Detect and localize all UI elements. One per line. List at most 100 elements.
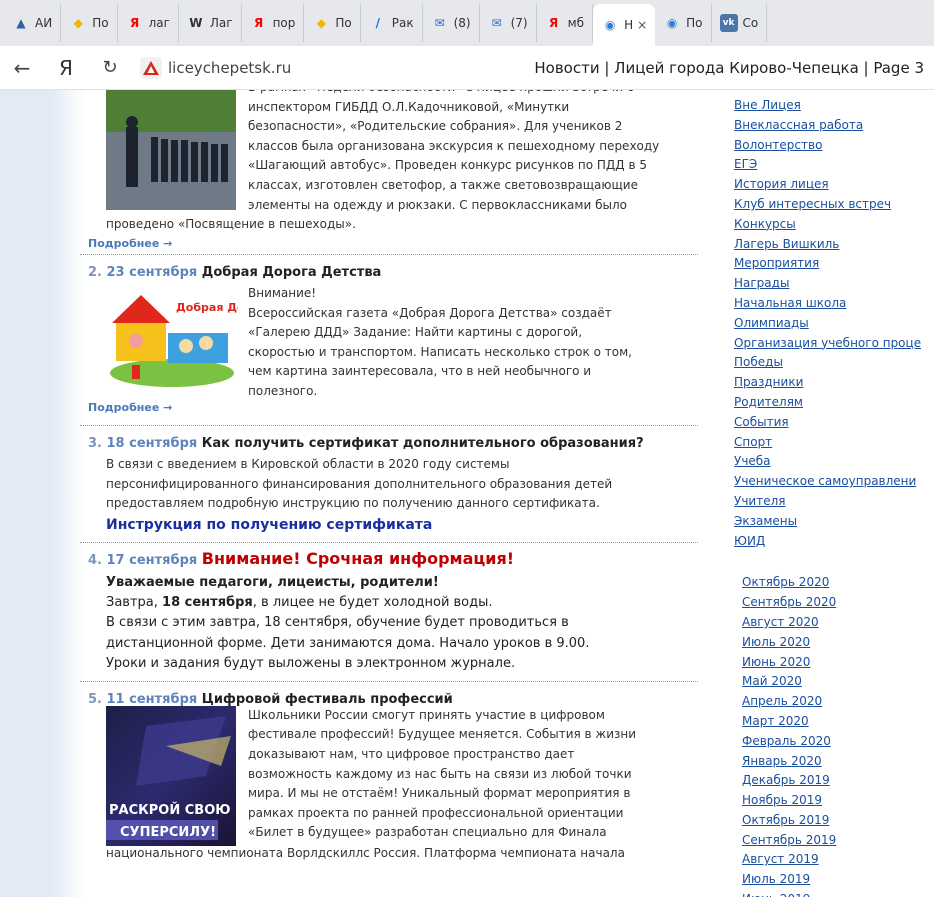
category-link[interactable]: Экзамены (734, 512, 934, 532)
archive-link[interactable]: Апрель 2020 (742, 692, 934, 712)
news-text-line: фестивале профессий! Будущее меняется. С… (248, 727, 637, 742)
category-link[interactable]: История лицея (734, 175, 934, 195)
archive-list: Октябрь 2020 Сентябрь 2020 Август 2020 Июль… (712, 551, 934, 897)
browser-tab[interactable]: vk Со (712, 4, 768, 42)
yandex-icon: Я (253, 16, 264, 30)
news-image[interactable]: Добрая Дорога Детства (106, 281, 328, 389)
browser-tab[interactable]: Япор (242, 4, 305, 42)
tab-label: АИ (35, 16, 53, 30)
news-text-line: В связи с введением в Кировской области … (106, 457, 510, 471)
archive-link[interactable]: Октябрь 2020 (742, 573, 934, 593)
reload-button[interactable]: ↻ (88, 57, 132, 78)
news-headline[interactable]: Цифровой фестиваль профессий (202, 692, 453, 707)
browser-tab[interactable]: ◉ Н × (593, 4, 656, 46)
certificate-instructions-link[interactable]: Инструкция по получению сертификата (80, 514, 698, 536)
category-link[interactable]: Праздники (734, 373, 934, 393)
browser-tab[interactable]: ▲ АИ (4, 4, 62, 42)
mail-icon: ✉ (491, 16, 502, 30)
browser-tab[interactable]: ◆ По (61, 4, 118, 42)
news-photo[interactable] (106, 90, 236, 210)
news-text-line: инспектором ГИБДД О.Л.Кадочниковой, «Мин… (248, 99, 570, 114)
news-text-line: мира. И мы не отстаём! Уникальный формат… (248, 786, 631, 801)
news-text-line: классов была организована экскурсия к пе… (248, 138, 660, 153)
read-more-link[interactable]: Подробнее → (84, 237, 172, 250)
archive-link[interactable]: Декабрь 2019 (742, 771, 934, 791)
archive-link[interactable]: Июль 2020 (742, 633, 934, 653)
browser-tab[interactable]: W Лаг (179, 4, 242, 42)
category-link[interactable]: События (734, 413, 934, 433)
archive-link[interactable]: Июнь 2020 (742, 653, 934, 673)
news-text-line: персонифицированного финансирования допо… (106, 476, 613, 491)
category-link[interactable]: Родителям (734, 393, 934, 413)
news-headline[interactable]: Как получить сертификат дополнительного … (202, 436, 644, 451)
divider (80, 425, 698, 426)
archive-link[interactable]: Февраль 2020 (742, 732, 934, 752)
browser-tab[interactable]: ✉ (8) (423, 4, 480, 42)
news-text-line: рамках проекта по ранней профессионально… (248, 805, 624, 820)
archive-link[interactable]: Сентябрь 2020 (742, 593, 934, 613)
yandex-home-button[interactable]: Я (44, 56, 88, 80)
news-text-line: полезного. (248, 383, 318, 398)
archive-link[interactable]: Август 2020 (742, 613, 934, 633)
browser-tab[interactable]: Ялаг (118, 4, 179, 42)
back-button[interactable]: ← (0, 56, 44, 80)
news-body: В связи с введением в Кировской области … (80, 455, 698, 514)
archive-link[interactable]: Сентябрь 2019 (742, 831, 934, 851)
browser-tab[interactable]: ◉ По (655, 4, 712, 42)
address-bar[interactable]: liceychepetsk.ru (168, 59, 291, 77)
category-link[interactable]: Лагерь Вишкиль (734, 235, 934, 255)
category-link[interactable]: Вне Лицея (734, 96, 934, 116)
category-link[interactable]: Ученическое самоуправлени (734, 472, 934, 492)
category-link[interactable]: Начальная школа (734, 294, 934, 314)
category-link[interactable]: Учителя (734, 492, 934, 512)
news-headline[interactable]: Добрая Дорога Детства (202, 265, 382, 280)
browser-tab[interactable]: ◆ По (304, 4, 361, 42)
news-text-line: безопасности», «Родительские собрания». … (248, 119, 623, 134)
category-link[interactable]: Волонтерство (734, 136, 934, 156)
tab-label: По (335, 16, 352, 30)
news-image[interactable]: РАСКРОЙ СВОЮ СУПЕРСИЛУ! (106, 705, 236, 846)
news-title: 3. 18 сентября Как получить сертификат д… (80, 430, 698, 455)
browser-tab[interactable]: Ямб (537, 4, 594, 42)
category-link[interactable]: Конкурсы (734, 215, 934, 235)
news-date[interactable]: 23 сентября (107, 265, 198, 280)
category-link[interactable]: Победы (734, 353, 934, 373)
news-number: 3. (88, 436, 102, 451)
news-date[interactable]: 11 сентября (107, 692, 198, 707)
close-tab-icon[interactable]: × (637, 18, 647, 32)
news-text-line: В рамках «Недели безопасности» в лицее п… (248, 90, 698, 98)
site-info-icon[interactable] (140, 56, 162, 79)
category-link[interactable]: Внеклассная работа (734, 116, 934, 136)
archive-link[interactable]: Март 2020 (742, 712, 934, 732)
category-link[interactable]: ЕГЭ (734, 155, 934, 175)
archive-link[interactable]: Июль 2019 (742, 870, 934, 890)
category-link[interactable]: ЮИД (734, 532, 934, 552)
news-item: 5. 11 сентября Цифровой фестиваль профес… (80, 686, 698, 886)
read-more-link[interactable]: Подробнее → (84, 401, 172, 414)
archive-link[interactable]: Ноябрь 2019 (742, 791, 934, 811)
category-link[interactable]: Клуб интересных встреч (734, 195, 934, 215)
category-link[interactable]: Олимпиады (734, 314, 934, 334)
news-text-line: Уроки и задания будут выложены в электро… (106, 656, 516, 672)
archive-link[interactable]: Январь 2020 (742, 752, 934, 772)
archive-link[interactable]: Май 2020 (742, 672, 934, 692)
category-link[interactable]: Организация учебного проце (734, 334, 934, 354)
browser-tab[interactable]: ✉ (7) (480, 4, 537, 42)
news-date[interactable]: 17 сентября (107, 553, 198, 568)
tab-label: (8) (453, 16, 471, 30)
browser-tab[interactable]: / Рак (361, 4, 423, 42)
category-link[interactable]: Мероприятия (734, 254, 934, 274)
news-headline[interactable]: Внимание! Срочная информация! (202, 549, 514, 568)
category-link[interactable]: Учеба (734, 452, 934, 472)
news-text-line: «Галерею ДДД» Задание: Найти картины с д… (248, 325, 583, 340)
archive-link[interactable]: Октябрь 2019 (742, 811, 934, 831)
news-body: В связи с этим завтра, 18 сентября, обуч… (80, 613, 698, 675)
category-link[interactable]: Награды (734, 274, 934, 294)
archive-link[interactable]: Август 2019 (742, 850, 934, 870)
category-link[interactable]: Спорт (734, 433, 934, 453)
news-date[interactable]: 18 сентября (107, 436, 198, 451)
archive-link[interactable]: Июнь 2019 (742, 890, 934, 897)
yandex-icon: Я (548, 16, 559, 30)
news-text-line: предоставляем подробную инструкцию по по… (106, 496, 600, 511)
tab-label: По (686, 16, 703, 30)
